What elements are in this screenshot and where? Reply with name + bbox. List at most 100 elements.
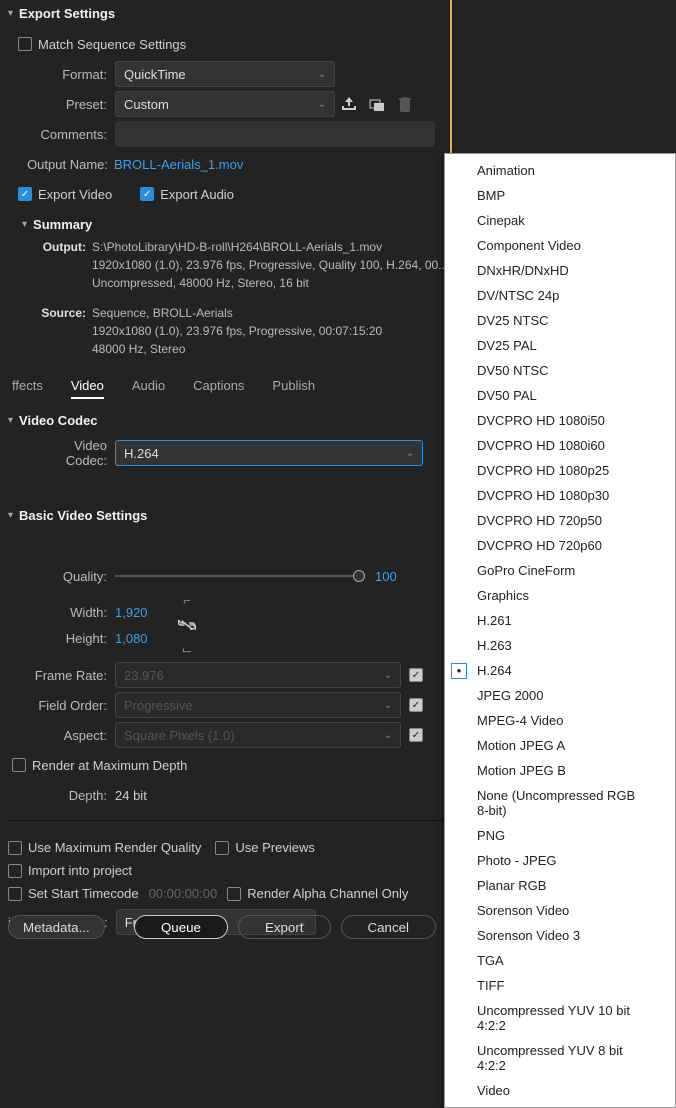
chevron-down-icon: ⌄ [318, 99, 326, 110]
codec-option[interactable]: Uncompressed YUV 8 bit 4:2:2 [445, 1038, 675, 1078]
chevron-down-icon: ⌄ [318, 69, 326, 80]
format-dropdown[interactable]: QuickTime ⌄ [115, 61, 335, 87]
match-sequence-label: Match Sequence Settings [38, 37, 186, 52]
aspect-label: Aspect: [32, 728, 107, 743]
use-previews-checkbox[interactable] [215, 841, 229, 855]
tab-publish[interactable]: Publish [272, 378, 315, 399]
codec-option[interactable]: DV50 NTSC [445, 358, 675, 383]
codec-option[interactable]: DVCPRO HD 1080p30 [445, 483, 675, 508]
field-order-match-checkbox[interactable]: ✓ [409, 698, 423, 712]
codec-option[interactable]: H.263 [445, 633, 675, 658]
codec-option[interactable]: Cinepak [445, 208, 675, 233]
codec-option[interactable]: TGA [445, 948, 675, 973]
codec-option[interactable]: DV25 NTSC [445, 308, 675, 333]
chevron-down-icon: ▾ [8, 510, 13, 521]
output-name-label: Output Name: [18, 157, 108, 172]
slider-thumb[interactable] [353, 570, 365, 582]
codec-option[interactable]: Sorenson Video [445, 898, 675, 923]
codec-option[interactable]: DVCPRO HD 720p50 [445, 508, 675, 533]
tab-audio[interactable]: Audio [132, 378, 165, 399]
codec-option[interactable]: PNG [445, 823, 675, 848]
use-previews-label: Use Previews [235, 840, 314, 855]
codec-option[interactable]: DVCPRO HD 1080p25 [445, 458, 675, 483]
codec-option[interactable]: Photo - JPEG [445, 848, 675, 873]
comments-input[interactable] [115, 121, 435, 147]
link-icon[interactable] [175, 608, 199, 642]
aspect-match-checkbox[interactable]: ✓ [409, 728, 423, 742]
codec-option[interactable]: Sorenson Video 3 [445, 923, 675, 948]
codec-option[interactable]: Component Video [445, 233, 675, 258]
max-quality-checkbox[interactable] [8, 841, 22, 855]
frame-rate-label: Frame Rate: [32, 668, 107, 683]
chevron-down-icon: ▾ [8, 8, 13, 19]
codec-option[interactable]: MPEG-4 Video [445, 708, 675, 733]
codec-option[interactable]: DV50 PAL [445, 383, 675, 408]
codec-option[interactable]: GoPro CineForm [445, 558, 675, 583]
quality-slider[interactable] [115, 575, 365, 577]
codec-option[interactable]: Animation [445, 158, 675, 183]
codec-option[interactable]: DV/NTSC 24p [445, 283, 675, 308]
summary-source-label: Source: [32, 304, 86, 358]
export-video-label: Export Video [38, 187, 112, 202]
codec-option[interactable]: BMP [445, 183, 675, 208]
output-name-link[interactable]: BROLL-Aerials_1.mov [114, 157, 243, 172]
codec-option[interactable]: Video [445, 1078, 675, 1103]
video-codec-dropdown[interactable]: H.264 ⌄ [115, 440, 423, 466]
basic-video-title: Basic Video Settings [19, 508, 147, 523]
summary-source-line2: 1920x1080 (1.0), 23.976 fps, Progressive… [92, 322, 452, 340]
field-order-dropdown: Progressive ⌄ [115, 692, 401, 718]
codec-option[interactable]: DNxHR/DNxHD [445, 258, 675, 283]
render-max-depth-label: Render at Maximum Depth [32, 758, 187, 773]
summary-source-line3: 48000 Hz, Stereo [92, 340, 452, 358]
codec-option[interactable]: Motion JPEG A [445, 733, 675, 758]
codec-option[interactable]: Graphics [445, 583, 675, 608]
chevron-down-icon: ⌄ [384, 670, 392, 681]
height-value[interactable]: 1,080 [115, 631, 165, 646]
codec-option[interactable]: TIFF [445, 973, 675, 998]
save-preset-icon[interactable] [338, 93, 360, 115]
render-max-depth-checkbox[interactable] [12, 758, 26, 772]
codec-option[interactable]: DVCPRO HD 1080i50 [445, 408, 675, 433]
codec-option[interactable]: None (Uncompressed RGB 8-bit) [445, 783, 675, 823]
render-alpha-checkbox[interactable] [227, 887, 241, 901]
export-settings-header[interactable]: ▾ Export Settings [8, 0, 668, 27]
match-sequence-checkbox[interactable] [18, 37, 32, 51]
summary-title: Summary [33, 217, 92, 232]
metadata-button[interactable]: Metadata... [8, 915, 105, 939]
codec-option[interactable]: Uncompressed YUV 10 bit 4:2:2 [445, 998, 675, 1038]
export-button[interactable]: Export [238, 915, 331, 939]
quality-value[interactable]: 100 [375, 569, 397, 584]
codec-dropdown-popup: AnimationBMPCinepakComponent VideoDNxHR/… [444, 153, 676, 1108]
video-codec-label: Video Codec: [32, 438, 107, 468]
import-project-label: Import into project [28, 863, 132, 878]
frame-rate-match-checkbox[interactable]: ✓ [409, 668, 423, 682]
export-video-checkbox[interactable]: ✓ [18, 187, 32, 201]
start-timecode-checkbox[interactable] [8, 887, 22, 901]
width-value[interactable]: 1,920 [115, 605, 165, 620]
export-audio-checkbox[interactable]: ✓ [140, 187, 154, 201]
depth-value: 24 bit [115, 788, 147, 803]
max-quality-label: Use Maximum Render Quality [28, 840, 201, 855]
codec-option[interactable]: JPEG 2000 [445, 683, 675, 708]
import-project-checkbox[interactable] [8, 864, 22, 878]
codec-option[interactable]: H.261 [445, 608, 675, 633]
preset-dropdown[interactable]: Custom ⌄ [115, 91, 335, 117]
codec-option[interactable]: Planar RGB [445, 873, 675, 898]
start-timecode-label: Set Start Timecode [28, 886, 139, 901]
codec-option[interactable]: DVCPRO HD 720p60 [445, 533, 675, 558]
codec-option[interactable]: Motion JPEG B [445, 758, 675, 783]
tab-effects[interactable]: ffects [12, 378, 43, 399]
summary-output-line3: Uncompressed, 48000 Hz, Stereo, 16 bit [92, 274, 452, 292]
import-preset-icon[interactable] [366, 93, 388, 115]
codec-option[interactable]: DV25 PAL [445, 333, 675, 358]
tab-video[interactable]: Video [71, 378, 104, 399]
queue-button[interactable]: Queue [134, 915, 228, 939]
video-codec-title: Video Codec [19, 413, 98, 428]
delete-preset-icon [394, 93, 416, 115]
cancel-button[interactable]: Cancel [341, 915, 437, 939]
codec-option[interactable]: DVCPRO HD 1080i60 [445, 433, 675, 458]
codec-option[interactable]: ●H.264 [445, 658, 675, 683]
comments-label: Comments: [32, 127, 107, 142]
depth-label: Depth: [32, 788, 107, 803]
tab-captions[interactable]: Captions [193, 378, 244, 399]
